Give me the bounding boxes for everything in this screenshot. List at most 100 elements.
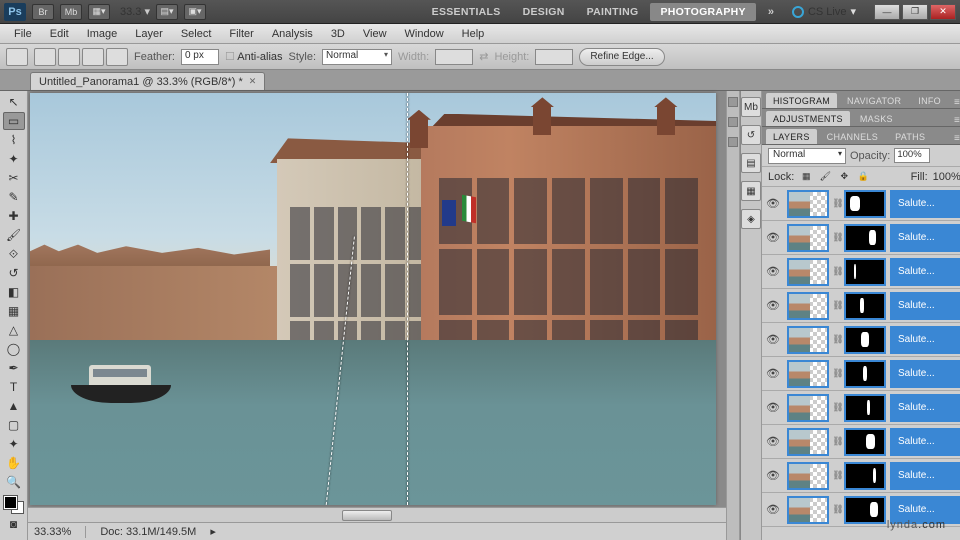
layer-row[interactable]: 👁⛓Salute... — [762, 425, 960, 459]
visibility-toggle-icon[interactable]: 👁 — [762, 367, 784, 380]
workspace-painting[interactable]: PAINTING — [577, 3, 649, 21]
layer-mask-thumbnail[interactable] — [844, 292, 886, 320]
layer-row[interactable]: 👁⛓Salute... — [762, 459, 960, 493]
visibility-toggle-icon[interactable]: 👁 — [762, 401, 784, 414]
status-doc-size[interactable]: Doc: 33.1M/149.5M — [100, 526, 196, 538]
lock-transparency-icon[interactable]: ▦ — [799, 170, 813, 184]
tab-channels[interactable]: CHANNELS — [820, 129, 885, 144]
3d-tool-icon[interactable]: ✦ — [3, 435, 25, 453]
visibility-toggle-icon[interactable]: 👁 — [762, 231, 784, 244]
mask-link-icon[interactable]: ⛓ — [832, 266, 844, 277]
color-swatches[interactable] — [4, 496, 24, 514]
visibility-toggle-icon[interactable]: 👁 — [762, 197, 784, 210]
layer-row[interactable]: 👁 ⛓ Salute... — [762, 323, 960, 357]
panel-menu-icon[interactable]: ≡ — [951, 97, 960, 108]
eraser-tool-icon[interactable]: ◧ — [3, 283, 25, 301]
layer-row[interactable]: 👁⛓Salute... — [762, 391, 960, 425]
refine-edge-button[interactable]: Refine Edge... — [579, 48, 664, 66]
tab-info[interactable]: INFO — [911, 93, 948, 108]
lasso-tool-icon[interactable]: ⌇ — [3, 131, 25, 149]
layer-mask-thumbnail[interactable] — [844, 326, 886, 354]
document-canvas[interactable] — [30, 93, 716, 505]
layer-name[interactable]: Salute... — [890, 190, 960, 218]
layer-row[interactable]: 👁⛓Salute... — [762, 255, 960, 289]
layer-name[interactable]: Salute... — [890, 224, 960, 252]
view-extras-icon[interactable]: ▦▾ — [88, 4, 110, 20]
collapsed-panel-icon[interactable] — [728, 137, 738, 147]
marquee-tool-icon[interactable]: ▭ — [3, 112, 25, 130]
layer-mask-thumbnail[interactable] — [844, 428, 886, 456]
hand-tool-icon[interactable]: ✋ — [3, 454, 25, 472]
layer-thumbnail[interactable] — [787, 292, 829, 320]
workspace-design[interactable]: DESIGN — [513, 3, 575, 21]
layer-thumbnail[interactable] — [787, 394, 829, 422]
tab-histogram[interactable]: HISTOGRAM — [766, 93, 837, 108]
panel-menu-icon[interactable]: ≡ — [951, 115, 960, 126]
move-tool-icon[interactable]: ↖ — [3, 93, 25, 111]
layer-row[interactable]: 👁⛓Salute... — [762, 357, 960, 391]
feather-input[interactable]: 0 px — [181, 49, 219, 65]
visibility-toggle-icon[interactable]: 👁 — [762, 435, 784, 448]
menu-analysis[interactable]: Analysis — [264, 26, 321, 42]
collapsed-panel-icon[interactable] — [728, 97, 738, 107]
mask-link-icon[interactable]: ⛓ — [832, 504, 844, 515]
layer-mask-thumbnail[interactable] — [844, 360, 886, 388]
minibridge-icon[interactable]: Mb — [60, 4, 82, 20]
menu-select[interactable]: Select — [173, 26, 220, 42]
menu-view[interactable]: View — [355, 26, 395, 42]
mask-link-icon[interactable]: ⛓ — [832, 470, 844, 481]
layer-mask-thumbnail[interactable] — [844, 224, 886, 252]
minibridge-panel-icon[interactable]: Mb — [741, 97, 761, 117]
shape-tool-icon[interactable]: ▢ — [3, 416, 25, 434]
horizontal-scrollbar[interactable] — [28, 507, 726, 522]
layer-name[interactable]: Salute... — [890, 394, 960, 422]
layer-name[interactable]: Salute... — [890, 292, 960, 320]
visibility-toggle-icon[interactable]: 👁 — [762, 333, 784, 346]
arrange-docs-icon[interactable]: ▤▾ — [156, 4, 178, 20]
tab-paths[interactable]: PATHS — [888, 129, 932, 144]
mask-link-icon[interactable]: ⛓ — [832, 334, 844, 345]
selection-intersect-icon[interactable] — [106, 48, 128, 66]
menu-3d[interactable]: 3D — [323, 26, 353, 42]
layer-name[interactable]: Salute... — [890, 428, 960, 456]
layer-thumbnail[interactable] — [787, 258, 829, 286]
window-close-icon[interactable]: ✕ — [930, 4, 956, 20]
collapsed-panel-strip[interactable] — [726, 91, 740, 540]
layer-name[interactable]: Salute... — [890, 360, 960, 388]
selection-add-icon[interactable] — [58, 48, 80, 66]
layer-mask-thumbnail[interactable] — [844, 462, 886, 490]
cs-live-button[interactable]: CS Live ▾ — [786, 5, 862, 18]
opacity-input[interactable]: 100% — [894, 148, 930, 163]
gradient-tool-icon[interactable]: ▦ — [3, 302, 25, 320]
quick-select-tool-icon[interactable]: ✦ — [3, 150, 25, 168]
layer-thumbnail[interactable] — [787, 360, 829, 388]
visibility-toggle-icon[interactable]: 👁 — [762, 299, 784, 312]
menu-help[interactable]: Help — [454, 26, 493, 42]
layer-thumbnail[interactable] — [787, 190, 829, 218]
layer-mask-thumbnail[interactable] — [844, 190, 886, 218]
menu-layer[interactable]: Layer — [127, 26, 171, 42]
clone-panel-icon[interactable]: ◈ — [741, 209, 761, 229]
visibility-toggle-icon[interactable]: 👁 — [762, 265, 784, 278]
actions-panel-icon[interactable]: ▤ — [741, 153, 761, 173]
workspace-essentials[interactable]: ESSENTIALS — [422, 3, 511, 21]
workspace-photography[interactable]: PHOTOGRAPHY — [650, 3, 755, 21]
screen-mode-icon[interactable]: ▣▾ — [184, 4, 206, 20]
layer-thumbnail[interactable] — [787, 326, 829, 354]
type-tool-icon[interactable]: T — [3, 378, 25, 396]
tool-preset-icon[interactable] — [6, 48, 28, 66]
lock-position-icon[interactable]: ✥ — [837, 170, 851, 184]
pen-tool-icon[interactable]: ✒ — [3, 359, 25, 377]
layer-row[interactable]: 👁⛓Salute... — [762, 187, 960, 221]
layer-thumbnail[interactable] — [787, 496, 829, 524]
zoom-level[interactable]: 33.3 ▾ — [120, 5, 150, 18]
tab-masks[interactable]: MASKS — [853, 111, 900, 126]
quickmask-icon[interactable]: ◙ — [3, 515, 25, 533]
layer-name[interactable]: Salute... — [890, 326, 960, 354]
collapsed-panel-icon[interactable] — [728, 117, 738, 127]
mask-link-icon[interactable]: ⛓ — [832, 232, 844, 243]
blur-tool-icon[interactable]: △ — [3, 321, 25, 339]
layer-row[interactable]: 👁⛓Salute... — [762, 493, 960, 527]
menu-file[interactable]: File — [6, 26, 40, 42]
fill-input[interactable]: 100% — [933, 171, 960, 183]
